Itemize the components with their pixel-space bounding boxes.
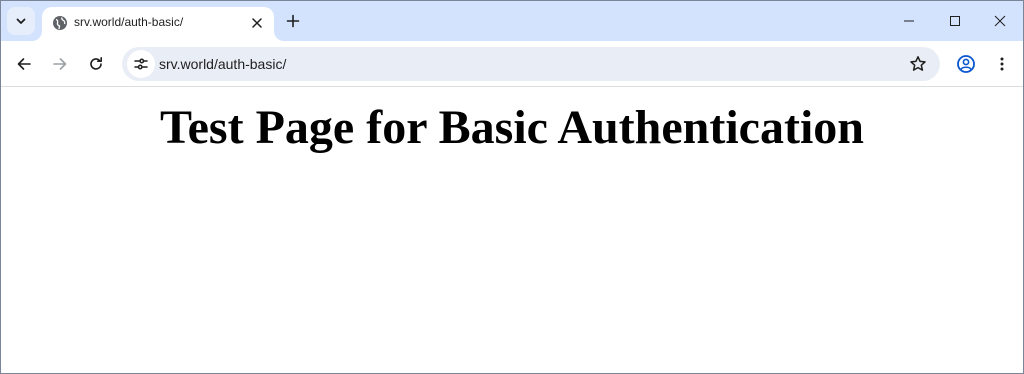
tune-icon: [134, 58, 148, 70]
tab-search-button[interactable]: [7, 7, 35, 35]
tab-title: srv.world/auth-basic/: [74, 15, 184, 29]
page-heading: Test Page for Basic Authentication: [160, 101, 864, 154]
menu-button[interactable]: [988, 50, 1016, 78]
url-text[interactable]: srv.world/auth-basic/: [159, 56, 286, 72]
close-icon: [994, 15, 1006, 27]
close-icon: [252, 18, 262, 28]
star-icon: [910, 56, 926, 71]
site-info-button[interactable]: [127, 50, 155, 78]
maximize-button[interactable]: [932, 1, 978, 41]
back-button[interactable]: [10, 50, 38, 78]
reload-icon: [90, 57, 102, 70]
close-window-button[interactable]: [977, 1, 1023, 41]
bookmark-button[interactable]: [908, 54, 928, 74]
tab-active[interactable]: srv.world/auth-basic/: [42, 7, 274, 41]
address-bar[interactable]: srv.world/auth-basic/: [122, 47, 940, 81]
profile-icon: [957, 55, 975, 73]
tab-strip: srv.world/auth-basic/: [1, 1, 1023, 41]
browser-window: srv.world/auth-basic/ srv.world/auth-bas…: [0, 0, 1024, 374]
maximize-icon: [950, 16, 960, 26]
profile-button[interactable]: [952, 50, 980, 78]
reload-button[interactable]: [82, 50, 110, 78]
arrow-left-icon: [17, 58, 31, 70]
tab-close-button[interactable]: [248, 14, 266, 32]
more-vert-icon: [1000, 57, 1004, 71]
browser-toolbar: srv.world/auth-basic/: [1, 41, 1023, 87]
new-tab-button[interactable]: [281, 9, 305, 33]
page-content: Test Page for Basic Authentication: [1, 88, 1023, 373]
minimize-button[interactable]: [886, 1, 932, 41]
minimize-icon: [904, 20, 914, 22]
arrow-right-icon: [53, 58, 67, 70]
forward-button[interactable]: [46, 50, 74, 78]
plus-icon: [286, 14, 300, 28]
globe-icon: [53, 16, 67, 30]
chevron-down-icon: [16, 18, 26, 24]
